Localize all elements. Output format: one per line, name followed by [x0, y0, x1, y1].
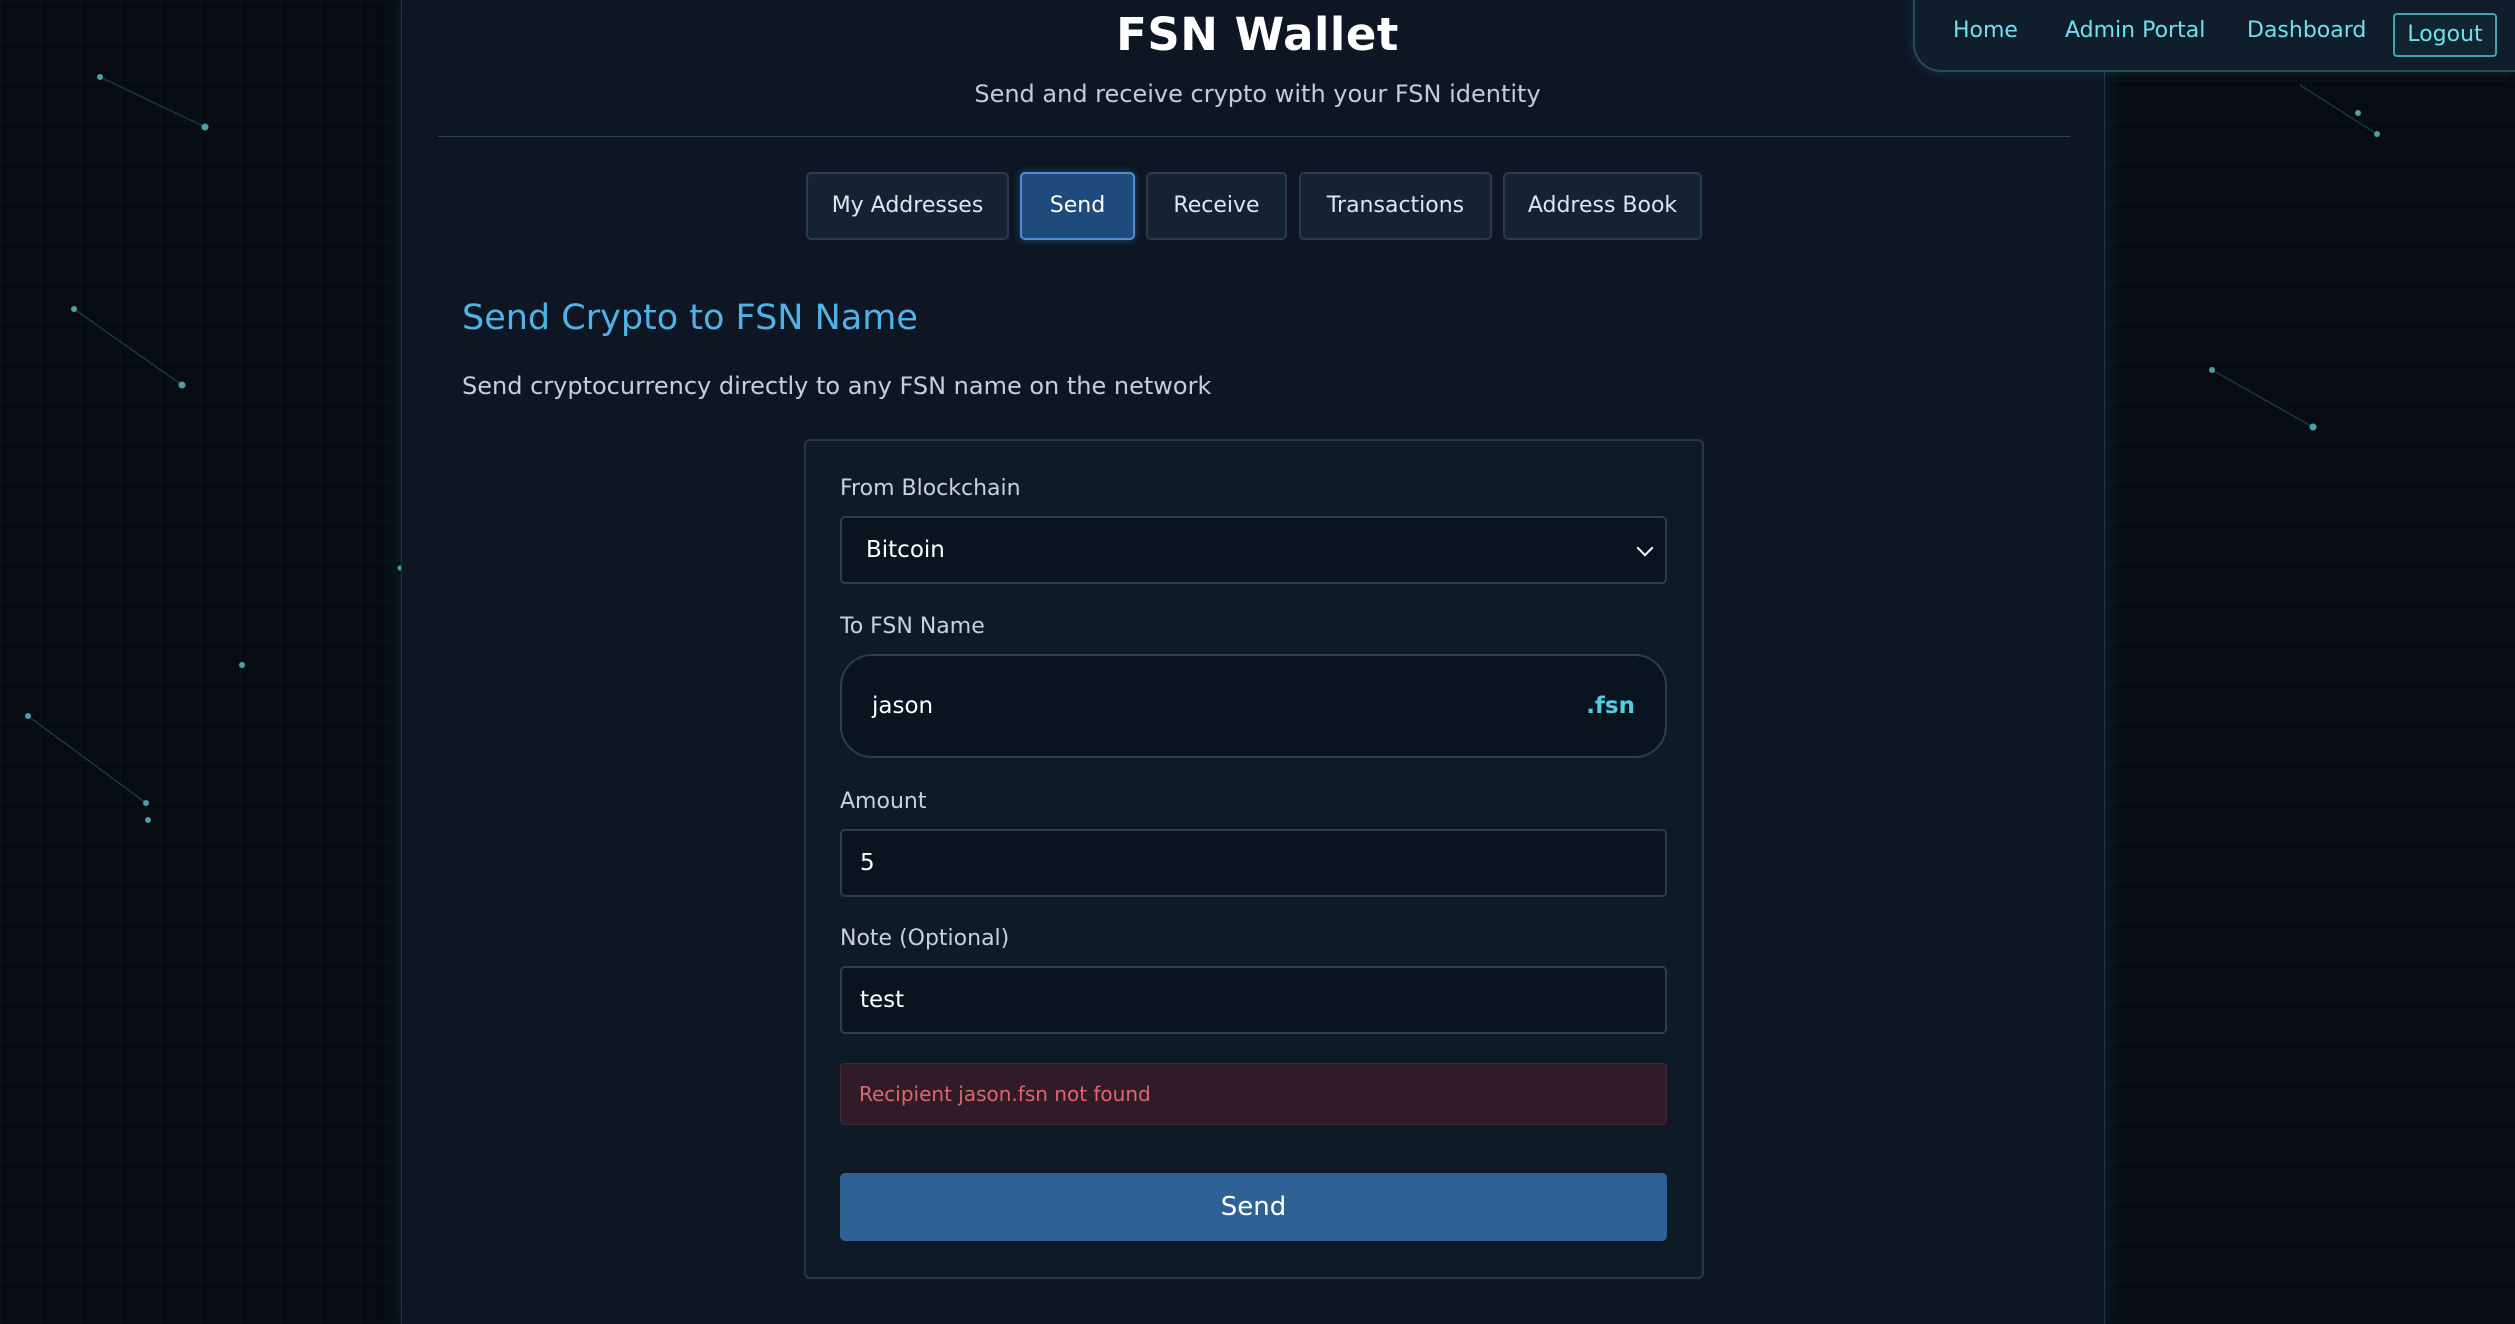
- note-label: Note (Optional): [840, 926, 1010, 951]
- to-fsn-name-label: To FSN Name: [840, 614, 985, 639]
- to-fsn-name-value: jason: [872, 693, 934, 719]
- top-nav: Home Admin Portal Dashboard Logout: [1913, 0, 2515, 72]
- logout-button[interactable]: Logout: [2393, 13, 2497, 57]
- to-fsn-name-input[interactable]: jason .fsn: [840, 654, 1667, 758]
- chevron-down-icon: [1636, 539, 1654, 557]
- amount-input[interactable]: 5: [840, 829, 1667, 897]
- from-blockchain-label: From Blockchain: [840, 476, 1021, 501]
- error-message: Recipient jason.fsn not found: [840, 1063, 1667, 1125]
- tab-send[interactable]: Send: [1020, 172, 1135, 240]
- app-subtitle: Send and receive crypto with your FSN id…: [974, 80, 1541, 108]
- tab-transactions[interactable]: Transactions: [1299, 172, 1492, 240]
- send-button[interactable]: Send: [840, 1173, 1667, 1241]
- nav-home-link[interactable]: Home: [1953, 18, 2018, 43]
- fsn-suffix: .fsn: [1586, 693, 1635, 719]
- nav-admin-portal-link[interactable]: Admin Portal: [2065, 18, 2205, 43]
- section-title: Send Crypto to FSN Name: [462, 298, 918, 338]
- tab-my-addresses[interactable]: My Addresses: [806, 172, 1009, 240]
- from-blockchain-value: Bitcoin: [866, 537, 945, 563]
- from-blockchain-select[interactable]: Bitcoin: [840, 516, 1667, 584]
- amount-label: Amount: [840, 789, 927, 814]
- tab-receive[interactable]: Receive: [1146, 172, 1287, 240]
- note-input[interactable]: test: [840, 966, 1667, 1034]
- section-description: Send cryptocurrency directly to any FSN …: [462, 372, 1212, 400]
- page: FSN Wallet Send and receive crypto with …: [0, 0, 2515, 1324]
- nav-dashboard-link[interactable]: Dashboard: [2247, 18, 2366, 43]
- tab-address-book[interactable]: Address Book: [1503, 172, 1702, 240]
- header-divider: [438, 136, 2070, 137]
